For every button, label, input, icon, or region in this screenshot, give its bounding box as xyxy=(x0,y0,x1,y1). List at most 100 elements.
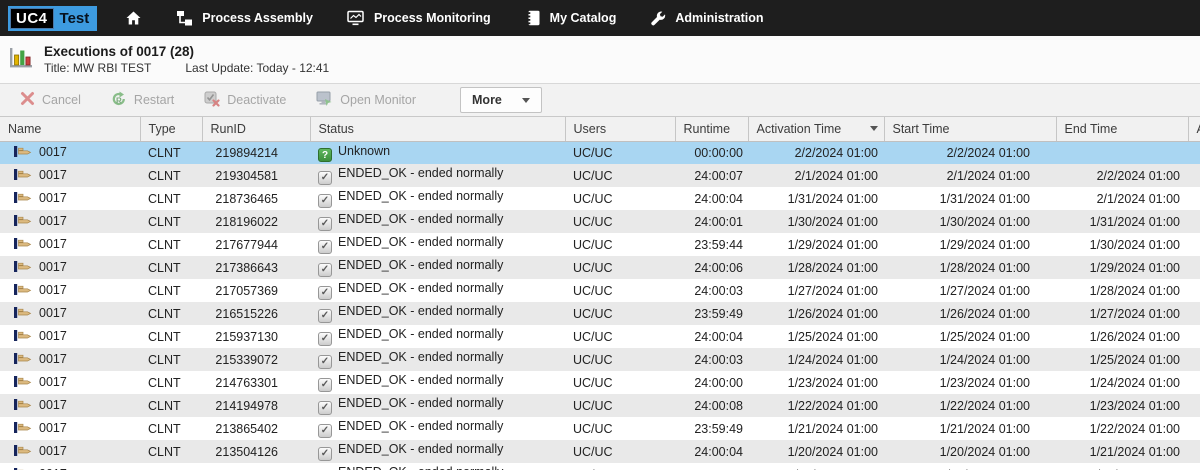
task-object-icon xyxy=(13,283,32,299)
last-update-text: Last Update: Today - 12:41 xyxy=(185,61,330,75)
executions-table: Name Type RunID Status Users Runtime Act… xyxy=(0,117,1200,470)
task-type: CLNT xyxy=(148,421,181,436)
status-icon: ✓ xyxy=(318,354,332,369)
cancel-button[interactable]: Cancel xyxy=(20,91,81,109)
task-runtime: 23:59:49 xyxy=(694,421,743,436)
task-users: UC/UC xyxy=(573,145,613,160)
column-header-type[interactable]: Type xyxy=(140,117,203,142)
task-start-time: 2/2/2024 01:00 xyxy=(946,145,1030,160)
table-row[interactable]: 0017 CLNT 217386643 ✓ ENDED_OK - ended no… xyxy=(0,256,1200,279)
column-header-start-time[interactable]: Start Time xyxy=(884,117,1057,142)
table-row[interactable]: 0017 CLNT 215339072 ✓ ENDED_OK - ended no… xyxy=(0,348,1200,371)
task-type: CLNT xyxy=(148,375,181,390)
status-icon: ✓ xyxy=(318,170,332,185)
column-header-status[interactable]: Status xyxy=(310,117,566,142)
task-runid: 218196022 xyxy=(215,214,278,229)
task-start-time: 1/21/2024 01:00 xyxy=(939,421,1030,436)
column-header-runtime[interactable]: Runtime xyxy=(675,117,749,142)
status-text: ENDED_OK - ended normally xyxy=(338,166,504,181)
task-activation-time: 1/25/2024 01:00 xyxy=(787,329,878,344)
object-title-text: Title: MW RBI TEST xyxy=(44,61,152,75)
table-row[interactable]: 0017 CLNT 213865402 ✓ ENDED_OK - ended no… xyxy=(0,417,1200,440)
nav-item-label: My Catalog xyxy=(549,11,617,25)
more-button[interactable]: More xyxy=(460,87,543,113)
table-row[interactable]: 0017 CLNT 213007171 ✓ENDED_OK - ended no… xyxy=(0,463,1200,470)
nav-item-process-assembly[interactable]: Process Assembly xyxy=(176,10,313,26)
task-object-icon xyxy=(13,260,32,276)
table-row[interactable]: 0017 CLNT 217057369 ✓ ENDED_OK - ended no… xyxy=(0,279,1200,302)
button-label: Restart xyxy=(133,93,175,107)
task-object-icon xyxy=(13,398,32,414)
task-start-time: 2/1/2024 01:00 xyxy=(946,168,1030,183)
task-runtime: 24:00:04 xyxy=(694,329,743,344)
deactivate-icon xyxy=(204,91,220,110)
task-type: CLNT xyxy=(148,329,181,344)
table-row[interactable]: 0017 CLNT 219304581 ✓ ENDED_OK - ended no… xyxy=(0,164,1200,187)
task-users: UC/UC xyxy=(573,444,613,459)
task-object-icon xyxy=(13,329,32,345)
task-end-time: 1/26/2024 01:00 xyxy=(1089,329,1180,344)
button-label: Cancel xyxy=(42,93,81,107)
status-text: ENDED_OK - ended normally xyxy=(338,442,504,457)
executions-chart-icon xyxy=(8,45,34,83)
table-row[interactable]: 0017 CLNT 215937130 ✓ ENDED_OK - ended no… xyxy=(0,325,1200,348)
table-row[interactable]: 0017 CLNT 214763301 ✓ ENDED_OK - ended no… xyxy=(0,371,1200,394)
status-icon: ✓ xyxy=(318,423,332,438)
task-object-icon xyxy=(13,191,32,207)
task-users: UC/UC xyxy=(573,237,613,252)
task-end-time: 1/25/2024 01:00 xyxy=(1089,352,1180,367)
deactivate-button[interactable]: Deactivate xyxy=(204,91,286,110)
task-runtime: 23:59:44 xyxy=(694,237,743,252)
table-row[interactable]: 0017 CLNT 218736465 ✓ ENDED_OK - ended no… xyxy=(0,187,1200,210)
task-runtime: 24:00:03 xyxy=(694,283,743,298)
task-object-icon xyxy=(13,214,32,230)
table-row[interactable]: 0017 CLNT 217677944 ✓ ENDED_OK - ended no… xyxy=(0,233,1200,256)
status-text: ENDED_OK - ended normally xyxy=(338,327,504,342)
nav-item-administration[interactable]: Administration xyxy=(650,10,764,26)
column-header-users[interactable]: Users xyxy=(565,117,676,142)
task-runid: 214194978 xyxy=(215,398,278,413)
restart-button[interactable]: R Restart xyxy=(111,91,174,110)
task-name: 0017 xyxy=(39,213,67,228)
column-header-activation-time[interactable]: Activation Time xyxy=(748,117,885,142)
status-text: ENDED_OK - ended normally xyxy=(338,419,504,434)
column-header-truncated[interactable]: A xyxy=(1188,117,1200,142)
column-header-name[interactable]: Name xyxy=(0,117,141,142)
nav-item-my-catalog[interactable]: My Catalog xyxy=(525,10,617,26)
table-row[interactable]: 0017 CLNT 216515226 ✓ ENDED_OK - ended no… xyxy=(0,302,1200,325)
task-end-time: 1/31/2024 01:00 xyxy=(1089,214,1180,229)
task-object-icon xyxy=(13,444,32,460)
uc4-logo[interactable]: UC4 Test xyxy=(8,5,98,31)
column-header-end-time[interactable]: End Time xyxy=(1056,117,1189,142)
task-name: 0017 xyxy=(39,351,67,366)
task-runid: 213865402 xyxy=(215,421,278,436)
status-icon: ? xyxy=(318,148,332,162)
status-text: ENDED_OK - ended normally xyxy=(338,189,504,204)
status-icon: ✓ xyxy=(318,216,332,231)
column-header-runid[interactable]: RunID xyxy=(202,117,311,142)
task-runid: 217057369 xyxy=(215,283,278,298)
open-monitor-button[interactable]: Open Monitor xyxy=(316,91,416,110)
task-activation-time: 1/23/2024 01:00 xyxy=(787,375,878,390)
task-activation-time: 1/27/2024 01:00 xyxy=(787,283,878,298)
task-runtime: 24:00:01 xyxy=(694,214,743,229)
task-users: UC/UC xyxy=(573,352,613,367)
task-type: CLNT xyxy=(148,191,181,206)
table-row[interactable]: 0017 CLNT 219894214 ? Unknown UC/UC 00:00… xyxy=(0,141,1200,164)
table-row[interactable]: 0017 CLNT 214194978 ✓ ENDED_OK - ended no… xyxy=(0,394,1200,417)
task-end-time: 2/1/2024 01:00 xyxy=(1096,191,1180,206)
home-button[interactable] xyxy=(125,10,142,26)
table-header-row: Name Type RunID Status Users Runtime Act… xyxy=(0,117,1200,142)
task-end-time: 2/2/2024 01:00 xyxy=(1096,168,1180,183)
logo-environment-text: Test xyxy=(59,9,90,27)
task-activation-time: 1/24/2024 01:00 xyxy=(787,352,878,367)
table-row[interactable]: 0017 CLNT 213504126 ✓ ENDED_OK - ended no… xyxy=(0,440,1200,463)
task-runid: 215339072 xyxy=(215,352,278,367)
task-type: CLNT xyxy=(148,306,181,321)
status-icon: ✓ xyxy=(318,193,332,208)
task-start-time: 1/25/2024 01:00 xyxy=(939,329,1030,344)
status-text: ENDED_OK - ended normally xyxy=(338,258,504,273)
table-row[interactable]: 0017 CLNT 218196022 ✓ ENDED_OK - ended no… xyxy=(0,210,1200,233)
administration-icon xyxy=(650,10,666,26)
nav-item-process-monitoring[interactable]: Process Monitoring xyxy=(347,10,491,26)
